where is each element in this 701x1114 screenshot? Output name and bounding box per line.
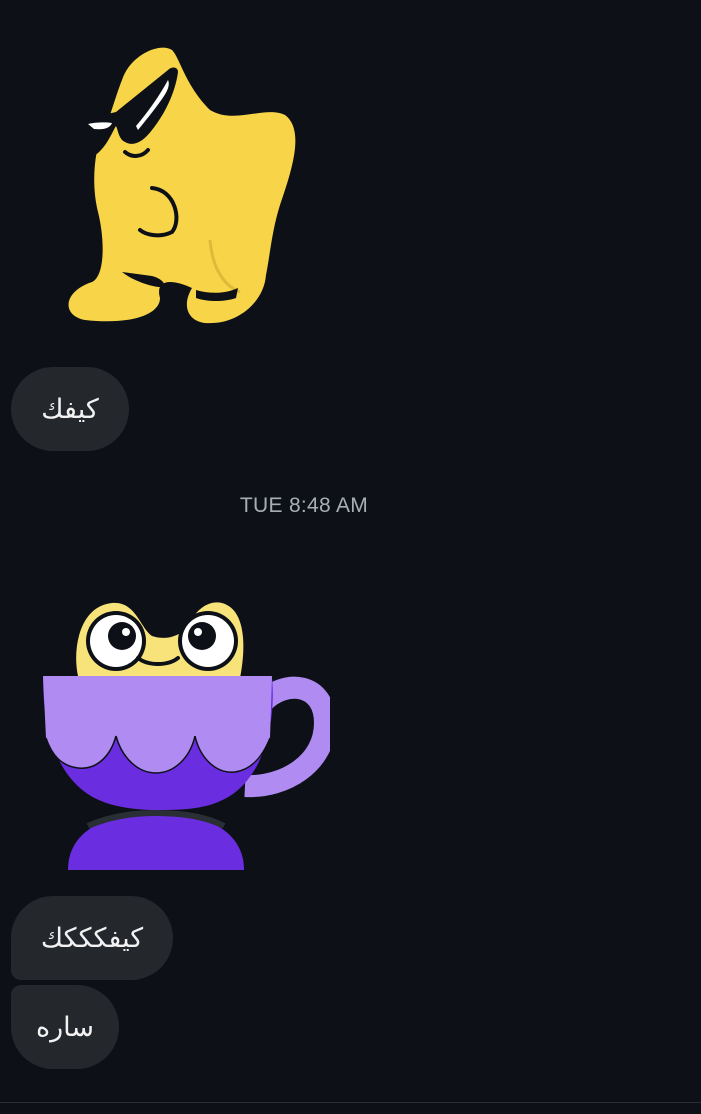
message-text: كيفك (41, 393, 99, 425)
message-text: ساره (35, 1011, 95, 1043)
sticker-star-sunglasses[interactable] (60, 40, 310, 335)
timestamp-divider: TUE 8:48 AM (239, 494, 369, 517)
message-text: كيفكككك (40, 922, 144, 954)
star-sunglasses-sticker-icon (68, 47, 296, 324)
message-bubble[interactable]: ساره (11, 985, 119, 1069)
message-bubble[interactable]: كيفك (11, 367, 129, 451)
bottom-divider (0, 1102, 701, 1103)
frog-in-cup-sticker-icon (43, 602, 337, 870)
message-bubble[interactable]: كيفكككك (11, 896, 173, 980)
sticker-frog-in-cup[interactable] (40, 598, 337, 873)
